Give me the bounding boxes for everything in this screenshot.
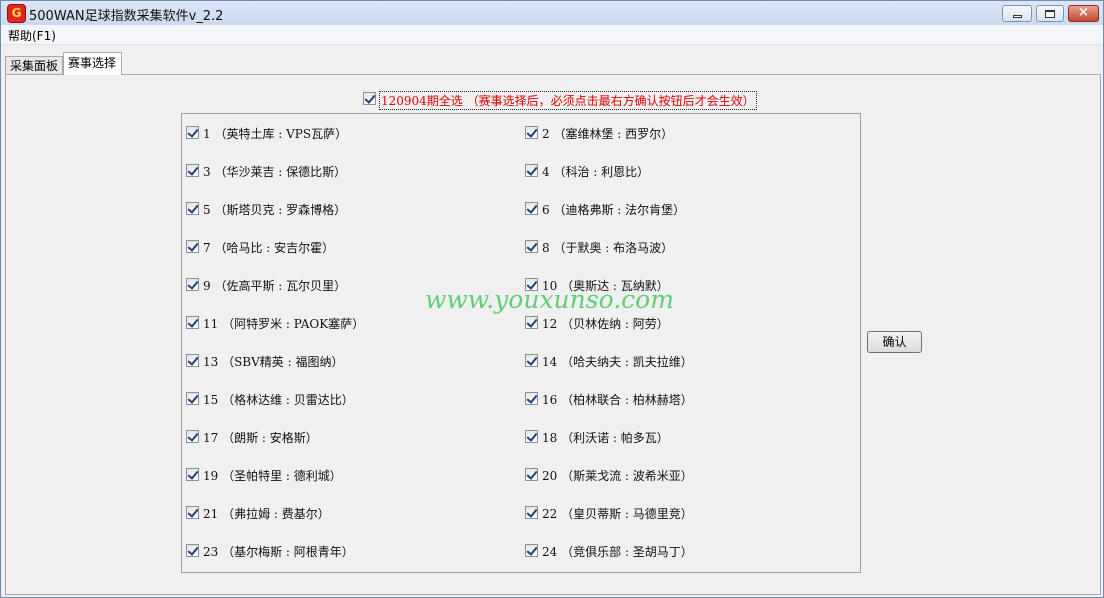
match-label[interactable]: 3 （华沙莱吉 : 保德比斯） (203, 163, 346, 180)
match-checkbox[interactable] (525, 392, 538, 405)
match-label[interactable]: 20 （斯莱戈流 : 波希米亚） (542, 467, 693, 484)
match-checkbox[interactable] (186, 126, 199, 139)
match-label[interactable]: 16 （柏林联合 : 柏林赫塔） (542, 391, 693, 408)
match-checkbox[interactable] (186, 430, 199, 443)
match-label[interactable]: 2 （塞维林堡 : 西罗尔） (542, 125, 673, 142)
match-label[interactable]: 12 （贝林佐纳 : 阿劳） (542, 315, 669, 332)
match-label[interactable]: 8 （于默奥 : 布洛马波） (542, 239, 673, 256)
match-label[interactable]: 19 （圣帕特里 : 德利城） (203, 467, 342, 484)
menu-help[interactable]: 帮助(F1) (8, 27, 56, 44)
match-label[interactable]: 7 （哈马比 : 安吉尔霍） (203, 239, 334, 256)
match-label[interactable]: 18 （利沃诺 : 帕多瓦） (542, 429, 669, 446)
match-label[interactable]: 17 （朗斯 : 安格斯） (203, 429, 318, 446)
match-label[interactable]: 13 （SBV精英 : 福图纳） (203, 353, 343, 370)
match-label[interactable]: 4 （科治 : 利恩比） (542, 163, 649, 180)
match-label[interactable]: 15 （格林达维 : 贝雷达比） (203, 391, 354, 408)
match-checkbox[interactable] (525, 354, 538, 367)
minimize-icon (1013, 15, 1022, 18)
select-all-label[interactable]: 120904期全选 （赛事选择后，必须点击最右方确认按钮后才会生效） (379, 91, 757, 110)
match-checkbox[interactable] (186, 164, 199, 177)
match-checkbox[interactable] (186, 468, 199, 481)
close-button[interactable]: × (1068, 5, 1099, 22)
menu-bar: 帮助(F1) (1, 25, 1103, 45)
match-checkbox[interactable] (525, 506, 538, 519)
match-checkbox[interactable] (186, 544, 199, 557)
maximize-icon (1045, 10, 1055, 18)
match-checkbox[interactable] (525, 126, 538, 139)
match-checkbox[interactable] (186, 202, 199, 215)
match-checkbox[interactable] (186, 392, 199, 405)
match-label[interactable]: 1 （英特土库 : VPS瓦萨） (203, 125, 347, 142)
window-title: 500WAN足球指数采集软件v_2.2 (29, 9, 224, 24)
tab-match-select[interactable]: 赛事选择 (63, 52, 122, 75)
match-label[interactable]: 24 （竞俱乐部 : 圣胡马丁） (542, 543, 693, 560)
match-checkbox[interactable] (525, 240, 538, 253)
match-checkbox[interactable] (186, 354, 199, 367)
match-checkbox[interactable] (186, 316, 199, 329)
close-icon: × (1078, 5, 1089, 20)
title-bar[interactable]: G 500WAN足球指数采集软件v_2.2 × (1, 1, 1103, 26)
tab-collect-panel[interactable]: 采集面板 (5, 56, 63, 74)
match-list-group (181, 113, 861, 573)
match-label[interactable]: 11 （阿特罗米 : PAOK塞萨） (203, 315, 364, 332)
match-checkbox[interactable] (186, 278, 199, 291)
watermark-text: www.youxunso.com (425, 285, 674, 314)
maximize-button[interactable] (1036, 5, 1064, 22)
match-label[interactable]: 21 （弗拉姆 : 费基尔） (203, 505, 330, 522)
match-checkbox[interactable] (525, 468, 538, 481)
match-checkbox[interactable] (525, 430, 538, 443)
match-label[interactable]: 9 （佐高平斯 : 瓦尔贝里） (203, 277, 346, 294)
match-checkbox[interactable] (186, 240, 199, 253)
match-checkbox[interactable] (525, 544, 538, 557)
match-checkbox[interactable] (525, 202, 538, 215)
select-all-checkbox[interactable] (363, 92, 376, 105)
match-label[interactable]: 14 （哈夫纳夫 : 凯夫拉维） (542, 353, 693, 370)
app-window: G 500WAN足球指数采集软件v_2.2 × 帮助(F1) 采集面板 赛事选择… (0, 0, 1104, 598)
match-label[interactable]: 23 （基尔梅斯 : 阿根青年） (203, 543, 354, 560)
minimize-button[interactable] (1002, 5, 1032, 22)
match-label[interactable]: 5 （斯塔贝克 : 罗森博格） (203, 201, 346, 218)
confirm-button[interactable]: 确认 (867, 331, 922, 353)
match-checkbox[interactable] (525, 316, 538, 329)
match-checkbox[interactable] (525, 164, 538, 177)
match-checkbox[interactable] (186, 506, 199, 519)
match-label[interactable]: 6 （迪格弗斯 : 法尔肯堡） (542, 201, 685, 218)
app-logo-icon: G (7, 4, 26, 23)
match-label[interactable]: 22 （皇贝蒂斯 : 马德里竞） (542, 505, 693, 522)
